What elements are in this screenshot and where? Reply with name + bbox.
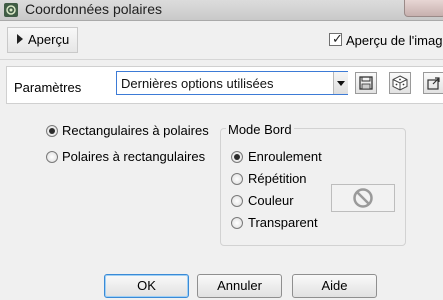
close-button[interactable] — [404, 0, 443, 17]
apercu-toggle-button[interactable]: Aperçu — [7, 27, 78, 53]
radio-couleur[interactable] — [231, 195, 243, 207]
window-title: Coordonnées polaires — [25, 1, 162, 17]
preview-checkbox-label: Aperçu de l'imag — [346, 33, 443, 48]
preset-dropdown[interactable]: Dernières options utilisées — [116, 71, 348, 95]
mode-bord-title: Mode Bord — [226, 122, 294, 137]
dice-icon — [392, 75, 408, 91]
preset-dropdown-value: Dernières options utilisées — [121, 76, 274, 91]
preview-checkbox[interactable]: ✓ — [329, 31, 343, 46]
randomize-button[interactable] — [389, 72, 411, 94]
ok-button[interactable]: OK — [104, 274, 189, 298]
radio-enroulement-label: Enroulement — [248, 149, 322, 164]
export-icon — [427, 77, 440, 90]
radio-rect-to-polar-label: Rectangulaires à polaires — [62, 123, 209, 138]
chevron-down-icon[interactable] — [333, 72, 348, 94]
cancel-button[interactable]: Annuler — [197, 274, 282, 298]
radio-rect-to-polar[interactable] — [46, 125, 58, 137]
help-button[interactable]: Aide — [292, 274, 377, 298]
radio-enroulement[interactable] — [231, 151, 243, 163]
radio-transparent-label: Transparent — [248, 215, 318, 230]
apercu-label: Aperçu — [28, 32, 70, 47]
export-preset-button[interactable] — [423, 72, 443, 94]
radio-couleur-label: Couleur — [248, 193, 294, 208]
radio-polar-to-rect-label: Polaires à rectangulaires — [62, 149, 206, 164]
checkmark-icon: ✓ — [332, 31, 343, 46]
border-color-swatch[interactable] — [331, 184, 395, 212]
expand-arrow-icon — [17, 34, 23, 44]
radio-polar-to-rect[interactable] — [46, 151, 58, 163]
parameters-label: Paramètres — [14, 80, 82, 95]
no-symbol-icon — [353, 188, 373, 208]
save-icon — [359, 76, 373, 90]
app-icon — [4, 3, 18, 17]
radio-repetition[interactable] — [231, 173, 243, 185]
save-preset-button[interactable] — [355, 72, 377, 94]
radio-transparent[interactable] — [231, 217, 243, 229]
radio-repetition-label: Répétition — [248, 171, 307, 186]
